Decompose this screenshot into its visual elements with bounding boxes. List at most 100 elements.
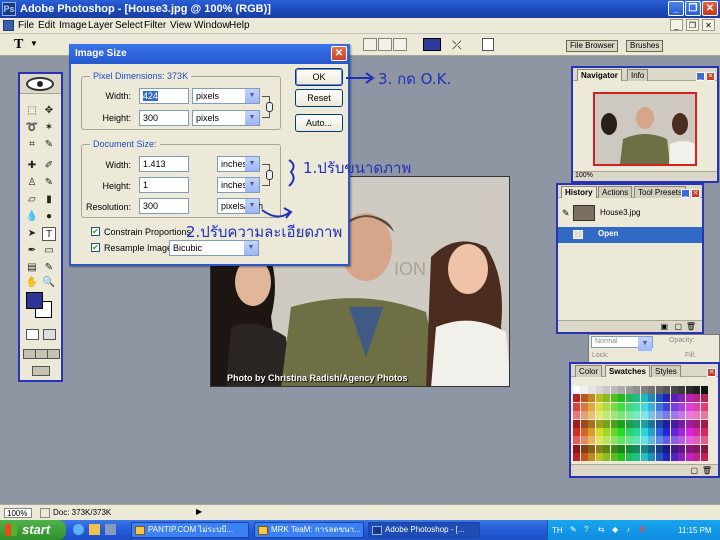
swatch-cell[interactable] [640, 419, 648, 428]
swatch-cell[interactable] [685, 386, 693, 394]
swatch-cell[interactable] [700, 453, 708, 462]
quicklaunch-desktop-icon[interactable] [105, 524, 116, 535]
swatch-cell[interactable] [603, 444, 610, 453]
tray-k-icon[interactable]: K [640, 525, 646, 534]
swatch-cell[interactable] [610, 453, 618, 462]
notes-tool-icon[interactable]: ▤ [25, 261, 39, 275]
swatch-cell[interactable] [595, 444, 603, 453]
swatch-cell[interactable] [618, 453, 625, 462]
quick-mask-mode-icon[interactable] [43, 329, 56, 340]
swatch-cell[interactable] [640, 386, 648, 394]
swatch-cell[interactable] [633, 444, 640, 453]
delete-swatch-icon[interactable]: 🗑 [702, 466, 712, 475]
pen-tool-icon[interactable]: ✒ [25, 244, 39, 258]
doc-restore-button[interactable]: ❐ [686, 19, 699, 31]
swatch-cell[interactable] [700, 402, 708, 411]
swatch-cell[interactable] [588, 402, 595, 411]
warp-text-icon[interactable]: ⤫ [452, 38, 462, 53]
file-browser-tab[interactable]: File Browser [566, 40, 619, 52]
swatch-cell[interactable] [618, 419, 625, 428]
doc-close-button[interactable]: ✕ [702, 19, 715, 31]
swatch-cell[interactable] [693, 436, 700, 445]
swatch-cell[interactable] [610, 386, 618, 394]
auto-button[interactable]: Auto... [295, 114, 343, 132]
swatch-cell[interactable] [700, 411, 708, 420]
swatch-cell[interactable] [670, 436, 678, 445]
swatch-cell[interactable] [663, 411, 670, 420]
swatch-cell[interactable] [588, 419, 595, 428]
constrain-proportions-checkbox[interactable]: ✔ [91, 227, 100, 236]
tab-color[interactable]: Color [575, 365, 603, 377]
swatch-cell[interactable] [618, 402, 625, 411]
tray-shield-icon[interactable]: ◆ [612, 525, 618, 534]
minimize-button[interactable]: _ [668, 1, 684, 16]
history-snapshot-row[interactable]: ✎ House3.jpg [558, 203, 702, 223]
swatch-cell[interactable] [573, 444, 580, 453]
doc-width-unit-select[interactable]: inches [217, 156, 260, 172]
type-tool-icon[interactable]: T [14, 37, 23, 53]
swatch-cell[interactable] [640, 428, 648, 436]
swatch-cell[interactable] [633, 436, 640, 445]
swatch-cell[interactable] [640, 394, 648, 403]
eyedropper-tool-icon[interactable]: ✎ [42, 261, 56, 275]
swatch-cell[interactable] [595, 386, 603, 394]
tab-tool-presets[interactable]: Tool Presets [634, 186, 687, 198]
swatch-cell[interactable] [588, 386, 595, 394]
swatch-cell[interactable] [655, 453, 663, 462]
task-mrk-team[interactable]: MRK TeaM: การลดขนา... [254, 522, 364, 538]
swatch-cell[interactable] [670, 402, 678, 411]
swatch-cell[interactable] [700, 386, 708, 394]
doc-width-input[interactable]: 1.413 [139, 156, 189, 172]
hand-tool-icon[interactable]: ✋ [25, 276, 39, 290]
swatch-cell[interactable] [573, 419, 580, 428]
palettes-toggle-icon[interactable] [482, 38, 494, 51]
history-brush-source-icon[interactable]: ✎ [562, 208, 570, 219]
swatch-cell[interactable] [595, 453, 603, 462]
task-pantip[interactable]: PANTIP.COM ไม่ระบบี... [131, 522, 249, 538]
swatch-cell[interactable] [693, 386, 700, 394]
pixel-width-input[interactable]: 424 [139, 88, 189, 104]
swatch-cell[interactable] [588, 428, 595, 436]
menu-view[interactable]: View [170, 20, 192, 31]
swatch-cell[interactable] [693, 402, 700, 411]
menu-window[interactable]: Window [194, 20, 230, 31]
swatch-cell[interactable] [663, 394, 670, 403]
align-center-icon[interactable] [378, 38, 392, 51]
swatch-cell[interactable] [678, 436, 685, 445]
close-button[interactable]: ✕ [702, 1, 718, 16]
swatch-cell[interactable] [678, 386, 685, 394]
swatch-cell[interactable] [633, 386, 640, 394]
resolution-unit-select[interactable]: pixels/inch [217, 198, 263, 214]
tab-swatches[interactable]: Swatches [605, 365, 650, 377]
swatch-cell[interactable] [603, 453, 610, 462]
swatch-cell[interactable] [610, 444, 618, 453]
swatch-cell[interactable] [640, 402, 648, 411]
status-zoom[interactable]: 100% [4, 508, 32, 518]
swatch-cell[interactable] [588, 453, 595, 462]
swatch-cell[interactable] [685, 436, 693, 445]
swatch-cell[interactable] [625, 444, 633, 453]
swatch-cell[interactable] [625, 394, 633, 403]
swatch-cell[interactable] [640, 444, 648, 453]
swatch-cell[interactable] [678, 419, 685, 428]
doc-height-input[interactable]: 1 [139, 177, 189, 193]
swatch-cell[interactable] [648, 394, 655, 403]
tray-help-icon[interactable]: ? [584, 525, 588, 534]
swatch-cell[interactable] [625, 411, 633, 420]
tray-network-icon[interactable]: ⇆ [598, 525, 605, 534]
swatch-cell[interactable] [663, 444, 670, 453]
swatch-cell[interactable] [633, 394, 640, 403]
swatch-cell[interactable] [700, 444, 708, 453]
swatch-cell[interactable] [625, 428, 633, 436]
swatch-cell[interactable] [625, 386, 633, 394]
swatch-cell[interactable] [670, 453, 678, 462]
swatch-cell[interactable] [670, 428, 678, 436]
new-swatch-icon[interactable]: ▢ [690, 466, 698, 475]
swatch-cell[interactable] [655, 428, 663, 436]
swatch-cell[interactable] [618, 436, 625, 445]
swatch-cell[interactable] [663, 402, 670, 411]
swatch-cell[interactable] [633, 419, 640, 428]
crop-tool-icon[interactable]: ⌗ [25, 138, 39, 152]
reset-button[interactable]: Reset [295, 89, 343, 107]
path-selection-tool-icon[interactable]: ➤ [25, 227, 39, 241]
